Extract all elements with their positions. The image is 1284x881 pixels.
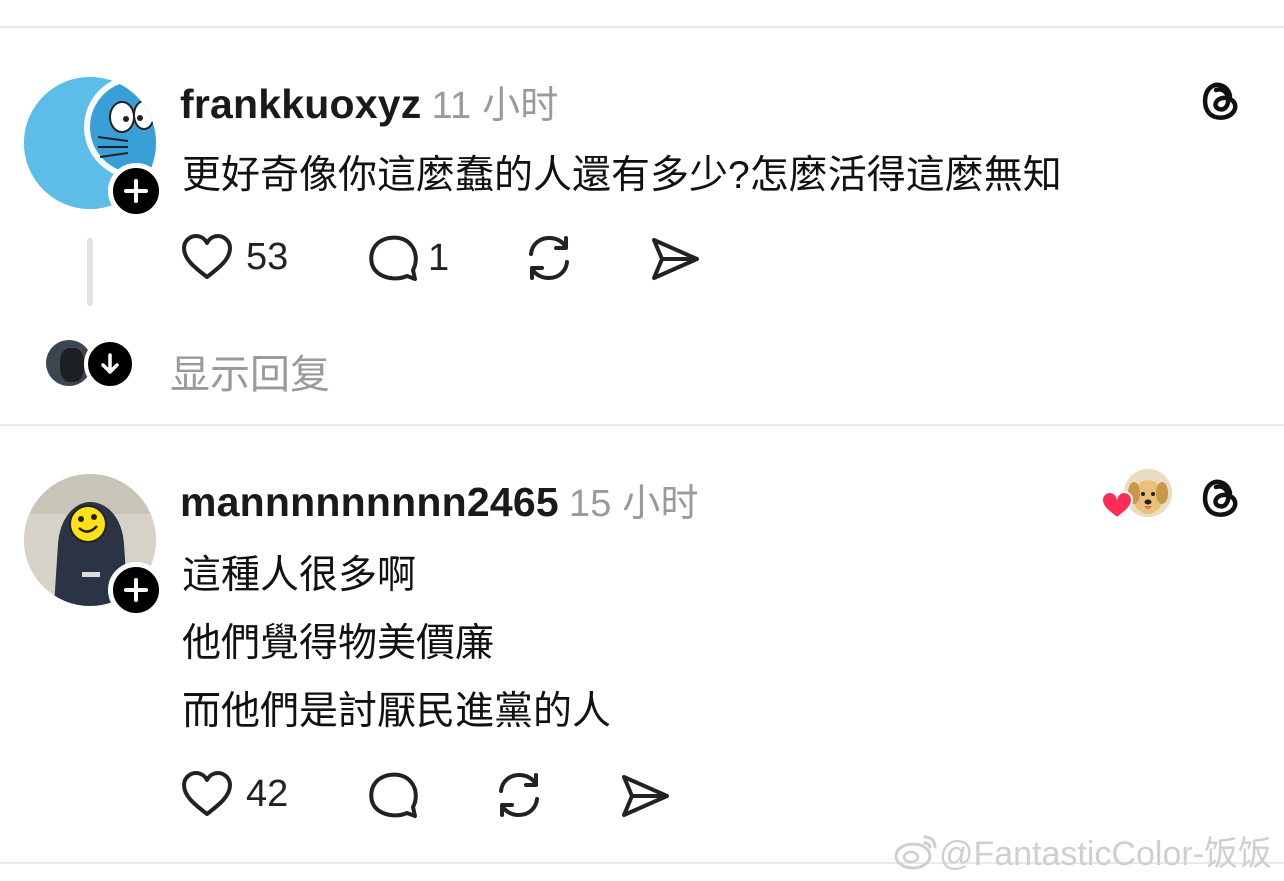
post-divider (0, 424, 1284, 426)
timestamp: 15 小时 (568, 483, 699, 525)
weibo-logo-icon (894, 835, 937, 869)
reply-count: 1 (428, 236, 450, 279)
plus-icon (124, 179, 148, 203)
post-text-line-3: 而他們是討厭民進黨的人 (182, 690, 612, 733)
top-divider (0, 26, 1284, 28)
follow-button[interactable] (108, 562, 164, 618)
like-button[interactable]: 42 (180, 769, 288, 819)
threads-logo-icon[interactable] (1196, 473, 1244, 521)
send-icon[interactable] (618, 771, 672, 821)
post-header: frankkuoxyz 11 小时 (180, 74, 558, 129)
repost-icon[interactable] (492, 769, 546, 821)
threads-feed: frankkuoxyz 11 小时 更好奇像你這麼蠢的人還有多少?怎麼活得這麼無知… (0, 0, 1284, 881)
like-button[interactable]: 53 (180, 232, 288, 282)
like-count: 42 (246, 772, 289, 815)
heart-icon (1100, 490, 1134, 520)
post-text-line-2: 他們覺得物美價廉 (182, 622, 495, 665)
show-replies-link[interactable]: 显示回复 (170, 342, 330, 400)
send-icon[interactable] (648, 234, 702, 284)
heart-icon (182, 234, 232, 279)
expand-replies-button[interactable] (84, 338, 136, 390)
threads-logo-icon[interactable] (1196, 76, 1244, 124)
thread-connector (87, 238, 93, 306)
follow-button[interactable] (108, 163, 164, 219)
comment-bubble-icon[interactable] (366, 769, 420, 821)
arrow-down-icon (101, 353, 119, 374)
post-text: 更好奇像你這麼蠢的人還有多少?怎麼活得這麼無知 (182, 154, 1062, 197)
username[interactable]: mannnnnnnnn2465 (180, 479, 559, 525)
username[interactable]: frankkuoxyz (180, 81, 421, 127)
watermark-text: @FantasticColor-饭饭 (938, 835, 1272, 873)
watermark: @FantasticColor-饭饭 (893, 826, 1272, 875)
plus-icon (124, 578, 148, 602)
repost-icon[interactable] (522, 232, 576, 284)
post-text-line-1: 這種人很多啊 (182, 554, 417, 597)
post-header: mannnnnnnnn2465 15 小时 (180, 472, 699, 527)
heart-icon (182, 771, 232, 816)
comment-button[interactable]: 1 (366, 232, 449, 284)
timestamp: 11 小时 (431, 85, 559, 127)
like-count: 53 (246, 235, 289, 278)
comment-bubble-icon (369, 235, 418, 281)
